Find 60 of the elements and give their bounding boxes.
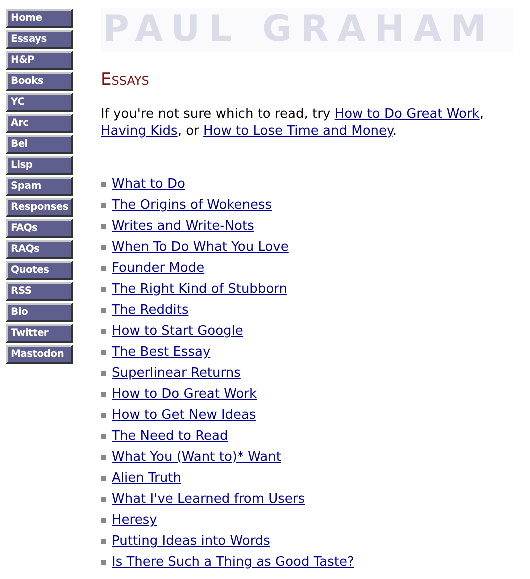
bullet-icon xyxy=(101,287,106,292)
bullet-icon xyxy=(101,518,106,523)
bullet-icon xyxy=(101,539,106,544)
nav-button[interactable]: Arc xyxy=(6,114,73,133)
bullet-icon xyxy=(101,476,106,481)
nav-button[interactable]: Bel xyxy=(6,135,73,154)
bullet-icon xyxy=(101,245,106,250)
intro-text: If you're not sure which to read, try How to Do Great Work, Having Kids, or How to Lose Time and Money. xyxy=(101,106,485,140)
essay-link[interactable]: What I've Learned from Users xyxy=(112,491,306,508)
bullet-icon xyxy=(101,413,106,418)
essay-link[interactable]: The Right Kind of Stubborn xyxy=(112,281,288,298)
bullet-icon xyxy=(101,434,106,439)
nav-button[interactable]: YC xyxy=(6,93,73,112)
essay-link[interactable]: When To Do What You Love xyxy=(112,239,289,256)
bullet-icon xyxy=(101,203,106,208)
bullet-icon xyxy=(101,266,106,271)
bullet-icon xyxy=(101,350,106,355)
nav-button[interactable]: Bio xyxy=(6,303,73,322)
nav-button[interactable]: Quotes xyxy=(6,261,73,280)
nav-button[interactable]: Twitter xyxy=(6,324,73,343)
essay-link[interactable]: How to Start Google xyxy=(112,323,244,340)
essay-link[interactable]: The Reddits xyxy=(112,302,189,319)
nav-button[interactable]: H&P xyxy=(6,51,73,70)
bullet-icon xyxy=(101,497,106,502)
essay-link[interactable]: What You (Want to)* Want xyxy=(112,449,282,466)
bullet-icon xyxy=(101,224,106,229)
nav-button[interactable]: Books xyxy=(6,72,73,91)
nav-button[interactable]: FAQs xyxy=(6,219,73,238)
bullet-icon xyxy=(101,560,106,565)
essay-link[interactable]: The Origins of Wokeness xyxy=(112,197,272,214)
essay-link[interactable]: How to Lose Time and Money xyxy=(204,124,393,139)
nav-button[interactable]: Home xyxy=(6,9,73,28)
bullet-icon xyxy=(101,455,106,460)
bullet-icon xyxy=(101,329,106,334)
essay-link[interactable]: Alien Truth xyxy=(112,470,182,487)
bullet-icon xyxy=(101,371,106,376)
essay-link[interactable]: How to Get New Ideas xyxy=(112,407,256,424)
nav-button[interactable]: Mastodon xyxy=(6,345,73,364)
essay-link[interactable]: Heresy xyxy=(112,512,158,529)
essay-link[interactable]: Writes and Write-Nots xyxy=(112,218,254,235)
nav-button[interactable]: RSS xyxy=(6,282,73,301)
nav-button[interactable]: Spam xyxy=(6,177,73,196)
nav-button[interactable]: RAQs xyxy=(6,240,73,259)
nav-button[interactable]: Responses xyxy=(6,198,73,217)
bullet-icon xyxy=(101,182,106,187)
bullet-icon xyxy=(101,308,106,313)
essay-link[interactable]: Superlinear Returns xyxy=(112,365,241,382)
nav-button[interactable]: Essays xyxy=(6,30,73,49)
nav-button[interactable]: Lisp xyxy=(6,156,73,175)
essay-link[interactable]: What to Do xyxy=(112,176,186,193)
essay-link[interactable]: Is There Such a Thing as Good Taste? xyxy=(112,554,354,571)
essay-link[interactable]: Founder Mode xyxy=(112,260,205,277)
page-title: Essays xyxy=(101,70,150,90)
essay-link[interactable]: The Best Essay xyxy=(112,344,211,361)
essay-link[interactable]: The Need to Read xyxy=(112,428,228,445)
essay-link[interactable]: How to Do Great Work xyxy=(334,107,480,122)
essay-link[interactable]: How to Do Great Work xyxy=(112,386,258,403)
essay-link[interactable]: Having Kids xyxy=(101,124,178,139)
bullet-icon xyxy=(101,392,106,397)
essay-link[interactable]: Putting Ideas into Words xyxy=(112,533,270,550)
